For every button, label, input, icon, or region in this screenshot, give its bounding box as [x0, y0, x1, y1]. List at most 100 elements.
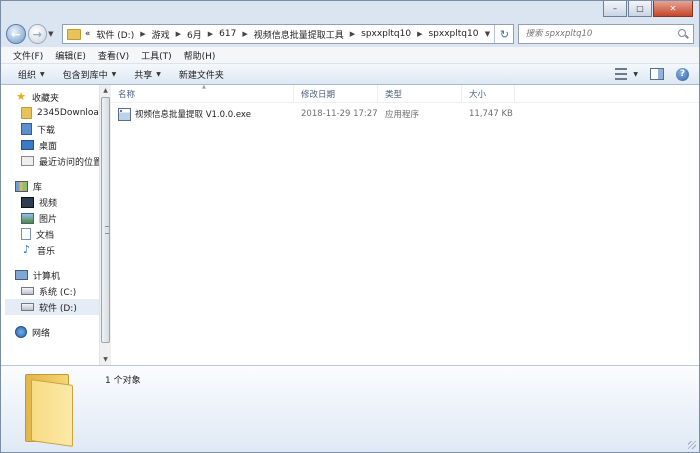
nav-computer[interactable]: 计算机 [1, 267, 111, 283]
nav-label: 网络 [32, 328, 51, 339]
file-row[interactable]: 视频信息批量提取 V1.0.0.exe 2018-11-29 17:27 应用程… [111, 105, 699, 123]
desktop-icon [21, 140, 34, 150]
address-bar[interactable]: « 软件 (D:) ▶ 游戏 ▶ 6月 ▶ 617 ▶ 视频信息批量提取工具 ▶ spxx… [61, 24, 515, 44]
search-input[interactable] [519, 28, 678, 40]
new-folder-button[interactable]: 新建文件夹 [170, 68, 233, 81]
address-row: ← → ▼ « 软件 (D:) ▶ 游戏 ▶ 6月 ▶ 617 ▶ 视频信息批量提取工具… [6, 21, 694, 47]
address-dropdown-icon[interactable]: ▼ [480, 30, 494, 38]
breadcrumb-chevron-icon[interactable]: ▶ [172, 30, 185, 38]
preview-pane-icon[interactable] [650, 68, 664, 80]
nav-favorites[interactable]: ★ 收藏夹 [1, 89, 111, 105]
nav-item-2345downloads[interactable]: 2345Downloads [1, 105, 111, 121]
column-header-name[interactable]: ▲ 名称 [111, 84, 294, 102]
breadcrumb-item[interactable]: 6月 [185, 28, 204, 41]
include-library-label: 包含到库中 [62, 70, 108, 81]
video-library-icon [21, 196, 34, 208]
change-view-button[interactable]: ▼ [615, 68, 638, 80]
file-size: 11,747 KB [469, 109, 513, 119]
nav-item-desktop[interactable]: 桌面 [1, 137, 111, 153]
share-label: 共享 [134, 70, 153, 81]
scroll-thumb[interactable] [101, 97, 110, 343]
maximize-button[interactable]: □ [628, 1, 652, 17]
recent-pages-dropdown[interactable]: ▼ [48, 30, 58, 38]
column-header-type[interactable]: 类型 [378, 85, 462, 102]
organize-button[interactable]: 组织 ▼ [9, 68, 54, 81]
scroll-up-icon[interactable]: ▲ [100, 85, 111, 96]
nav-item-documents[interactable]: 文档 [1, 226, 111, 242]
nav-item-recent-places[interactable]: 最近访问的位置 [1, 153, 111, 169]
include-in-library-button[interactable]: 包含到库中 ▼ [54, 68, 126, 81]
nav-label: 收藏夹 [32, 93, 60, 104]
grip-icon [105, 226, 109, 234]
nav-label: 库 [33, 182, 43, 193]
column-headers: ▲ 名称 修改日期 类型 大小 [111, 84, 699, 103]
file-name: 视频信息批量提取 V1.0.0.exe [135, 110, 251, 120]
breadcrumb-item[interactable]: 617 [217, 29, 238, 39]
menu-tools[interactable]: 工具(T) [135, 49, 178, 62]
breadcrumb-chevron-icon[interactable]: ▶ [204, 30, 217, 38]
nav-label: 最近访问的位置 [39, 157, 103, 168]
nav-label: 文档 [36, 230, 55, 241]
nav-item-videos[interactable]: 视频 [1, 194, 111, 210]
sort-caret-icon: ▲ [202, 84, 206, 90]
explorer-window: – □ ✕ ← → ▼ « 软件 (D:) ▶ 游戏 ▶ 6月 ▶ 617 ▶ 视频信息… [0, 0, 700, 453]
search-icon [678, 29, 688, 39]
breadcrumb-chevron-icon[interactable]: ▶ [136, 30, 149, 38]
refresh-button[interactable]: ↻ [494, 25, 513, 43]
nav-item-downloads[interactable]: 下载 [1, 121, 111, 137]
nav-scrollbar[interactable]: ▲ ▼ [99, 85, 111, 365]
breadcrumb-item[interactable]: spxxpltq10 [426, 29, 480, 39]
nav-label: 视频 [39, 198, 58, 209]
nav-label: 软件 (D:) [39, 303, 77, 314]
column-header-date[interactable]: 修改日期 [294, 85, 378, 102]
document-library-icon [21, 228, 31, 240]
content-area: ★ 收藏夹 2345Downloads 下载 桌面 最近访问的位置 库 视频 图片… [1, 84, 699, 365]
nav-label: 音乐 [37, 246, 56, 257]
navigation-pane: ★ 收藏夹 2345Downloads 下载 桌面 最近访问的位置 库 视频 图片… [1, 85, 111, 365]
menu-edit[interactable]: 编辑(E) [49, 49, 92, 62]
folder-front-shape [31, 379, 73, 447]
picture-library-icon [21, 212, 34, 224]
breadcrumb-item[interactable]: 视频信息批量提取工具 [252, 28, 346, 41]
minimize-button[interactable]: – [603, 1, 627, 17]
nav-libraries[interactable]: 库 [1, 178, 111, 194]
nav-item-drive-c[interactable]: 系统 (C:) [1, 283, 111, 299]
share-button[interactable]: 共享 ▼ [125, 68, 170, 81]
menu-file[interactable]: 文件(F) [7, 49, 49, 62]
nav-item-drive-d[interactable]: 软件 (D:) [5, 299, 109, 315]
help-icon[interactable]: ? [676, 67, 689, 81]
forward-button[interactable]: → [27, 24, 48, 44]
nav-network[interactable]: 网络 [1, 324, 111, 340]
view-list-icon [615, 68, 628, 80]
breadcrumb-chevron-icon[interactable]: ▶ [413, 30, 426, 38]
chevron-down-icon: ▼ [156, 70, 161, 78]
music-note-icon: ♪ [22, 243, 31, 256]
nav-item-pictures[interactable]: 图片 [1, 210, 111, 226]
breadcrumb-item[interactable]: 游戏 [150, 28, 172, 41]
column-header-size[interactable]: 大小 [462, 85, 515, 102]
file-name-cell: 视频信息批量提取 V1.0.0.exe [111, 107, 294, 121]
library-icon [15, 180, 28, 192]
search-box[interactable] [518, 24, 694, 44]
breadcrumb-chevron-icon[interactable]: ▶ [346, 30, 359, 38]
resize-grip-icon[interactable] [688, 441, 696, 449]
folder-icon [25, 374, 73, 447]
download-folder-icon [21, 123, 32, 135]
file-list-pane: ▲ 名称 修改日期 类型 大小 视频信息批量提取 V1.0.0.exe 2018-… [111, 84, 699, 365]
nav-item-music[interactable]: ♪ 音乐 [1, 242, 111, 258]
menu-help[interactable]: 帮助(H) [178, 49, 222, 62]
menu-view[interactable]: 查看(V) [92, 49, 135, 62]
breadcrumb-chevron-icon[interactable]: ▶ [238, 30, 251, 38]
breadcrumb-item[interactable]: 软件 (D:) [94, 28, 136, 41]
back-button[interactable]: ← [6, 24, 26, 44]
breadcrumb-item[interactable]: spxxpltq10 [359, 29, 413, 39]
folder-icon [66, 28, 81, 40]
application-icon [118, 107, 131, 121]
breadcrumb-overflow[interactable]: « [85, 29, 91, 39]
menu-bar: 文件(F) 编辑(E) 查看(V) 工具(T) 帮助(H) [1, 47, 699, 64]
chevron-down-icon: ▼ [40, 70, 45, 78]
scroll-down-icon[interactable]: ▼ [100, 354, 111, 365]
close-button[interactable]: ✕ [653, 1, 693, 17]
